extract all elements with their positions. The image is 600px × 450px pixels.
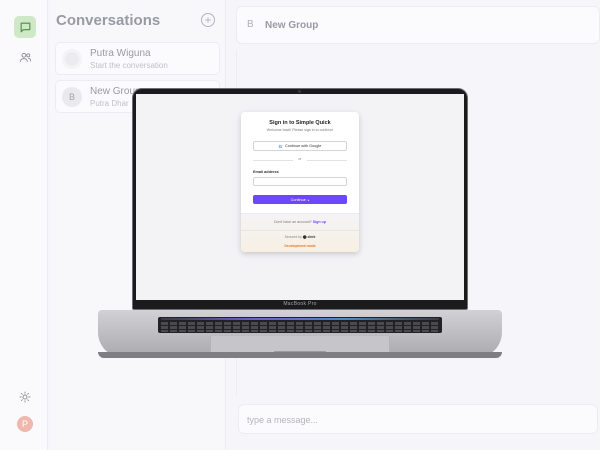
camera-icon: [298, 90, 301, 93]
key-row: [161, 322, 439, 325]
sign-up-link[interactable]: Sign up: [313, 220, 326, 224]
key-row: [161, 326, 439, 329]
chat-bubble-icon: [20, 22, 30, 32]
theme-toggle-button[interactable]: [14, 386, 36, 408]
divider-line: [307, 160, 347, 161]
google-button-label: Continue with Google: [285, 144, 322, 148]
continue-with-google-button[interactable]: G Continue with Google: [253, 141, 347, 151]
or-divider: or: [253, 157, 347, 163]
signup-prompt: Don't have an account? Sign up: [241, 220, 359, 224]
sign-in-card: Sign in to Simple Quick Welcome back! Pl…: [241, 112, 359, 252]
message-composer: [238, 404, 598, 434]
chats-nav-button[interactable]: [14, 16, 36, 38]
secured-by-text: Secured by: [284, 235, 302, 239]
message-input[interactable]: [247, 411, 577, 429]
arrow-right-icon: ▸: [307, 197, 310, 202]
or-label: or: [298, 157, 302, 161]
laptop-base: [98, 310, 502, 358]
email-field[interactable]: [253, 177, 347, 186]
divider-line: [253, 160, 293, 161]
footer-divider: [241, 230, 359, 231]
email-label: Email address: [253, 170, 279, 174]
secured-by: Secured by ⬤ clerk: [241, 235, 359, 239]
laptop-screen: Sign in to Simple Quick Welcome back! Pl…: [136, 94, 464, 300]
avatar: B: [62, 87, 82, 107]
contacts-nav-button[interactable]: [14, 46, 36, 68]
sign-in-footer: Don't have an account? Sign up Secured b…: [241, 213, 359, 252]
touch-bar: [161, 318, 439, 320]
development-mode-label: Development mode: [284, 244, 316, 248]
conversation-name: Putra Wiguna: [90, 48, 151, 59]
continue-label: Continue: [290, 197, 306, 202]
clerk-logo: ⬤ clerk: [302, 235, 316, 239]
laptop-lid: Sign in to Simple Quick Welcome back! Pl…: [132, 88, 468, 310]
plus-icon: +: [204, 13, 212, 27]
sun-icon: [19, 391, 31, 403]
avatar: [62, 49, 82, 69]
new-conversation-button[interactable]: +: [201, 13, 215, 27]
nav-rail: P: [0, 0, 48, 450]
keyboard: [158, 317, 442, 333]
conversation-item[interactable]: Putra Wiguna Start the conversation: [55, 42, 220, 75]
group-badge: B: [247, 19, 254, 30]
user-avatar[interactable]: P: [17, 416, 33, 432]
conversation-preview: Start the conversation: [90, 61, 168, 70]
laptop-base-lip: [98, 352, 502, 358]
continue-button[interactable]: Continue ▸: [253, 195, 347, 204]
conversations-title: Conversations: [56, 12, 161, 29]
sign-in-subtitle: Welcome back! Please sign in to continue: [266, 128, 334, 132]
sign-in-title: Sign in to Simple Quick: [269, 120, 331, 126]
google-icon: G: [278, 143, 283, 149]
chat-header: B New Group: [236, 6, 600, 44]
laptop-model-label: MacBook Pro: [283, 301, 317, 307]
laptop-mockup: Sign in to Simple Quick Welcome back! Pl…: [98, 86, 502, 362]
users-icon: [19, 52, 31, 62]
chat-title: New Group: [265, 20, 319, 31]
signup-prompt-text: Don't have an account?: [274, 220, 312, 224]
key-row: [161, 330, 439, 332]
